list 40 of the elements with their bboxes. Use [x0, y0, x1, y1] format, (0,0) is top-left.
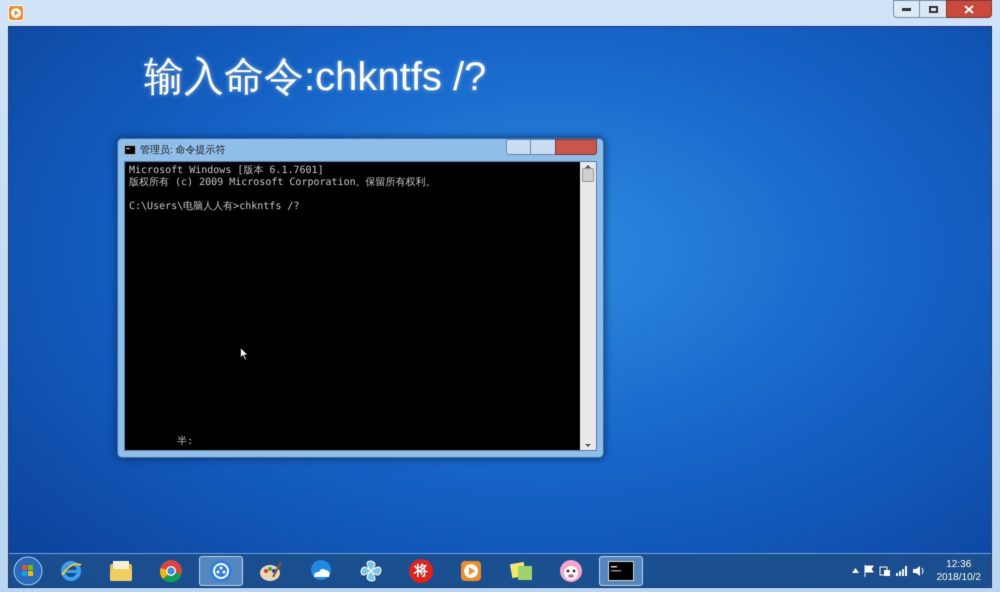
app-badge-icon: 将: [409, 558, 433, 582]
taskbar-app[interactable]: [599, 556, 643, 586]
maximize-button[interactable]: [920, 0, 946, 18]
clock-time: 12:36: [946, 558, 972, 570]
clock[interactable]: 12:36 2018/10/2: [930, 558, 987, 584]
speaker-icon[interactable]: [912, 564, 924, 576]
folder-icon: [109, 560, 133, 582]
taskbar-app[interactable]: [199, 556, 243, 586]
show-hidden-icons-icon[interactable]: [852, 568, 858, 573]
mouse-pointer-icon: [240, 347, 249, 361]
flag-icon[interactable]: [864, 564, 874, 576]
console-line: Microsoft Windows [版本 6.1.7601]: [129, 165, 325, 176]
start-orb-icon[interactable]: [13, 556, 43, 586]
cartoon-face-icon: [559, 558, 583, 582]
input-method-indicator: 半:: [177, 436, 194, 448]
console-line: 版权所有 (c) 2009 Microsoft Corporation。保留所有权利。: [129, 177, 437, 189]
cloud-icon: [309, 558, 333, 582]
play-icon: [8, 5, 24, 21]
round-logo-icon: [159, 558, 183, 582]
scroll-down-icon[interactable]: [585, 444, 591, 447]
clock-date: 2018/10/2: [936, 570, 981, 584]
play-icon: [460, 560, 482, 582]
dotted-circle-icon: [209, 558, 233, 582]
signal-bars-icon[interactable]: [896, 566, 908, 576]
palette-icon: [259, 558, 283, 582]
taskbar-app[interactable]: 将: [399, 556, 443, 586]
close-button[interactable]: [946, 0, 992, 18]
close-icon: [964, 4, 974, 14]
caption-text: 输入命令:chkntfs /?: [144, 54, 486, 101]
console-line: C:\Users\电脑人人有>chkntfs /?: [129, 201, 300, 213]
minimize-button[interactable]: [893, 0, 920, 18]
scroll-thumb[interactable]: [582, 168, 594, 182]
sticky-notes-icon: [509, 560, 533, 582]
scrollbar[interactable]: [580, 162, 596, 450]
window-title: 管理员: 命令提示符: [140, 144, 226, 158]
pinwheel-icon: [359, 558, 383, 582]
terminal-icon: [608, 560, 634, 580]
letter-e-icon: [59, 558, 83, 582]
terminal-icon: [124, 145, 136, 155]
network-icon[interactable]: [878, 564, 890, 576]
